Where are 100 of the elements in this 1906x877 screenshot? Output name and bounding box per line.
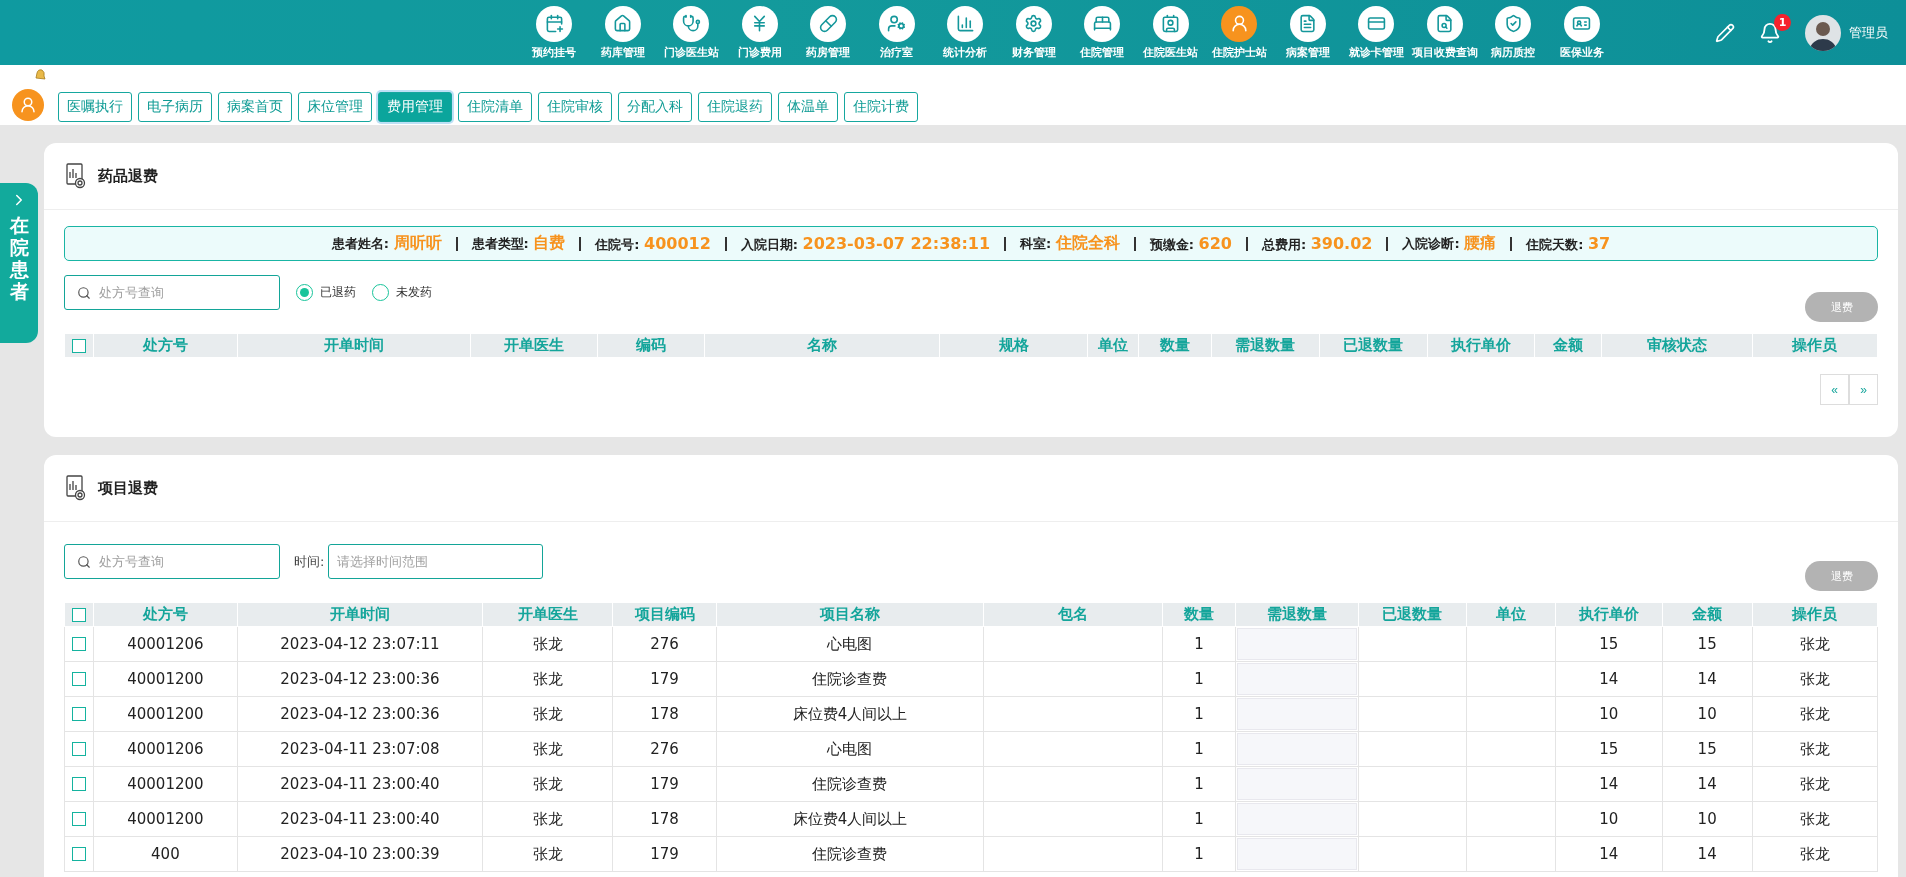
tab[interactable]: 费用管理 [378, 92, 452, 122]
quantity-field[interactable] [1236, 838, 1357, 870]
nav-item[interactable]: 统计分析 [931, 5, 1000, 60]
search-field[interactable]: 处方号查询 [64, 544, 280, 579]
nav-item[interactable]: 住院护士站 [1205, 5, 1274, 60]
table-cell: 179 [612, 836, 717, 872]
nav-item[interactable]: 医保业务 [1547, 5, 1616, 60]
table-cell: 张龙 [1752, 661, 1878, 697]
bar-chart-icon [955, 14, 975, 33]
table-cell: 15 [1662, 626, 1753, 662]
column-header: 执行单价 [1555, 602, 1663, 627]
radio-option[interactable]: 已退药 [296, 284, 356, 301]
quantity-field[interactable] [1236, 628, 1357, 660]
side-tab[interactable]: 在院患者 [0, 183, 38, 343]
table-cell: 1 [1162, 731, 1236, 767]
nav-item[interactable]: 预约挂号 [520, 5, 589, 60]
quantity-field[interactable] [1236, 698, 1357, 730]
tab[interactable]: 病案首页 [218, 92, 292, 122]
table-cell: 40001200 [93, 696, 238, 732]
checkbox[interactable] [72, 707, 87, 721]
user-name[interactable]: 管理员 [1849, 23, 1888, 42]
quantity-field[interactable] [1236, 803, 1357, 835]
column-header: 单位 [1087, 333, 1139, 358]
quantity-field[interactable] [1236, 768, 1357, 800]
table-cell: 张龙 [482, 661, 613, 697]
notification-badge: 1 [1774, 13, 1791, 31]
page-button[interactable]: « [1820, 374, 1849, 405]
avatar[interactable] [1805, 14, 1841, 51]
person-gear-icon [887, 14, 907, 33]
checkbox[interactable] [72, 847, 87, 861]
table-cell: 张龙 [1752, 696, 1878, 732]
table-cell: 1 [1162, 766, 1236, 802]
table-cell: 张龙 [1752, 626, 1878, 662]
search-icon [77, 555, 91, 569]
column-header: 开单医生 [470, 333, 598, 358]
nav-item[interactable]: 门诊医生站 [657, 5, 726, 60]
table-cell: 张龙 [482, 801, 613, 837]
tab[interactable]: 体温单 [778, 92, 838, 122]
table-cell: 床位费4人间以上 [716, 696, 984, 732]
nav-item[interactable]: 治疗室 [862, 5, 931, 60]
column-header: 项目编码 [612, 602, 717, 627]
date-range-field[interactable]: 请选择时间范围 [328, 544, 544, 579]
house-icon [613, 14, 633, 33]
patient-info: 患者姓名: 周听听 [331, 233, 442, 254]
page-button[interactable]: » [1849, 374, 1878, 405]
tab[interactable]: 住院退药 [698, 92, 772, 122]
table-cell: 1 [1162, 661, 1236, 697]
quantity-field[interactable] [1236, 663, 1357, 695]
column-header: 执行单价 [1427, 333, 1535, 358]
table-cell: 心电图 [716, 626, 984, 662]
table-cell: 179 [612, 766, 717, 802]
table-cell: 14 [1662, 766, 1753, 802]
nav-item[interactable]: 就诊卡管理 [1342, 5, 1411, 60]
notification-button[interactable] [1759, 21, 1781, 44]
bell-icon [33, 68, 47, 82]
checkbox[interactable] [72, 812, 87, 826]
edit-button[interactable] [1715, 22, 1735, 43]
tab[interactable]: 住院审核 [538, 92, 612, 122]
nav-item[interactable]: 药房管理 [794, 5, 863, 60]
nav-item[interactable]: 病历质控 [1479, 5, 1548, 60]
tab[interactable]: 电子病历 [138, 92, 212, 122]
nav-item[interactable]: 住院医生站 [1136, 5, 1205, 60]
column-header: 金额 [1662, 602, 1753, 627]
quantity-field[interactable] [1236, 733, 1357, 765]
column-header: 已退数量 [1358, 602, 1467, 627]
tab[interactable]: 床位管理 [298, 92, 372, 122]
table-cell: 179 [612, 661, 717, 697]
nav-item[interactable]: 门诊费用 [725, 5, 794, 60]
card-icon [1366, 14, 1386, 33]
table-cell: 15 [1555, 731, 1663, 767]
nav-item[interactable]: 财务管理 [999, 5, 1068, 60]
table-cell: 张龙 [1752, 766, 1878, 802]
nav-item[interactable]: 病案管理 [1273, 5, 1342, 60]
pencil-icon [1715, 22, 1735, 43]
table-cell: 40001200 [93, 766, 238, 802]
patient-info: 住院天数: 37 [1526, 233, 1611, 254]
checkbox[interactable] [72, 338, 87, 353]
checkbox[interactable] [72, 777, 87, 791]
tab[interactable]: 住院计费 [844, 92, 918, 122]
search-field[interactable]: 处方号查询 [64, 275, 280, 310]
tab[interactable]: 医嘱执行 [58, 92, 132, 122]
table-cell: 1 [1162, 836, 1236, 872]
table-cell: 276 [612, 731, 717, 767]
checkbox[interactable] [72, 607, 87, 622]
nav-item[interactable]: 项目收费查询 [1410, 5, 1479, 60]
tab[interactable]: 住院清单 [458, 92, 532, 122]
refund-button[interactable]: 退费 [1805, 561, 1878, 591]
nav-item[interactable]: 住院管理 [1068, 5, 1137, 60]
refund-button[interactable]: 退费 [1805, 292, 1878, 322]
gear-icon [1024, 14, 1044, 33]
tab[interactable]: 分配入科 [618, 92, 692, 122]
checkbox[interactable] [72, 637, 87, 651]
table-cell: 张龙 [482, 836, 613, 872]
table-cell: 张龙 [482, 731, 613, 767]
search-icon [77, 286, 91, 300]
table-cell: 2023-04-12 23:00:36 [237, 661, 483, 697]
nav-item[interactable]: 药库管理 [588, 5, 657, 60]
radio-option[interactable]: 未发药 [372, 284, 432, 301]
checkbox[interactable] [72, 672, 87, 686]
checkbox[interactable] [72, 742, 87, 756]
